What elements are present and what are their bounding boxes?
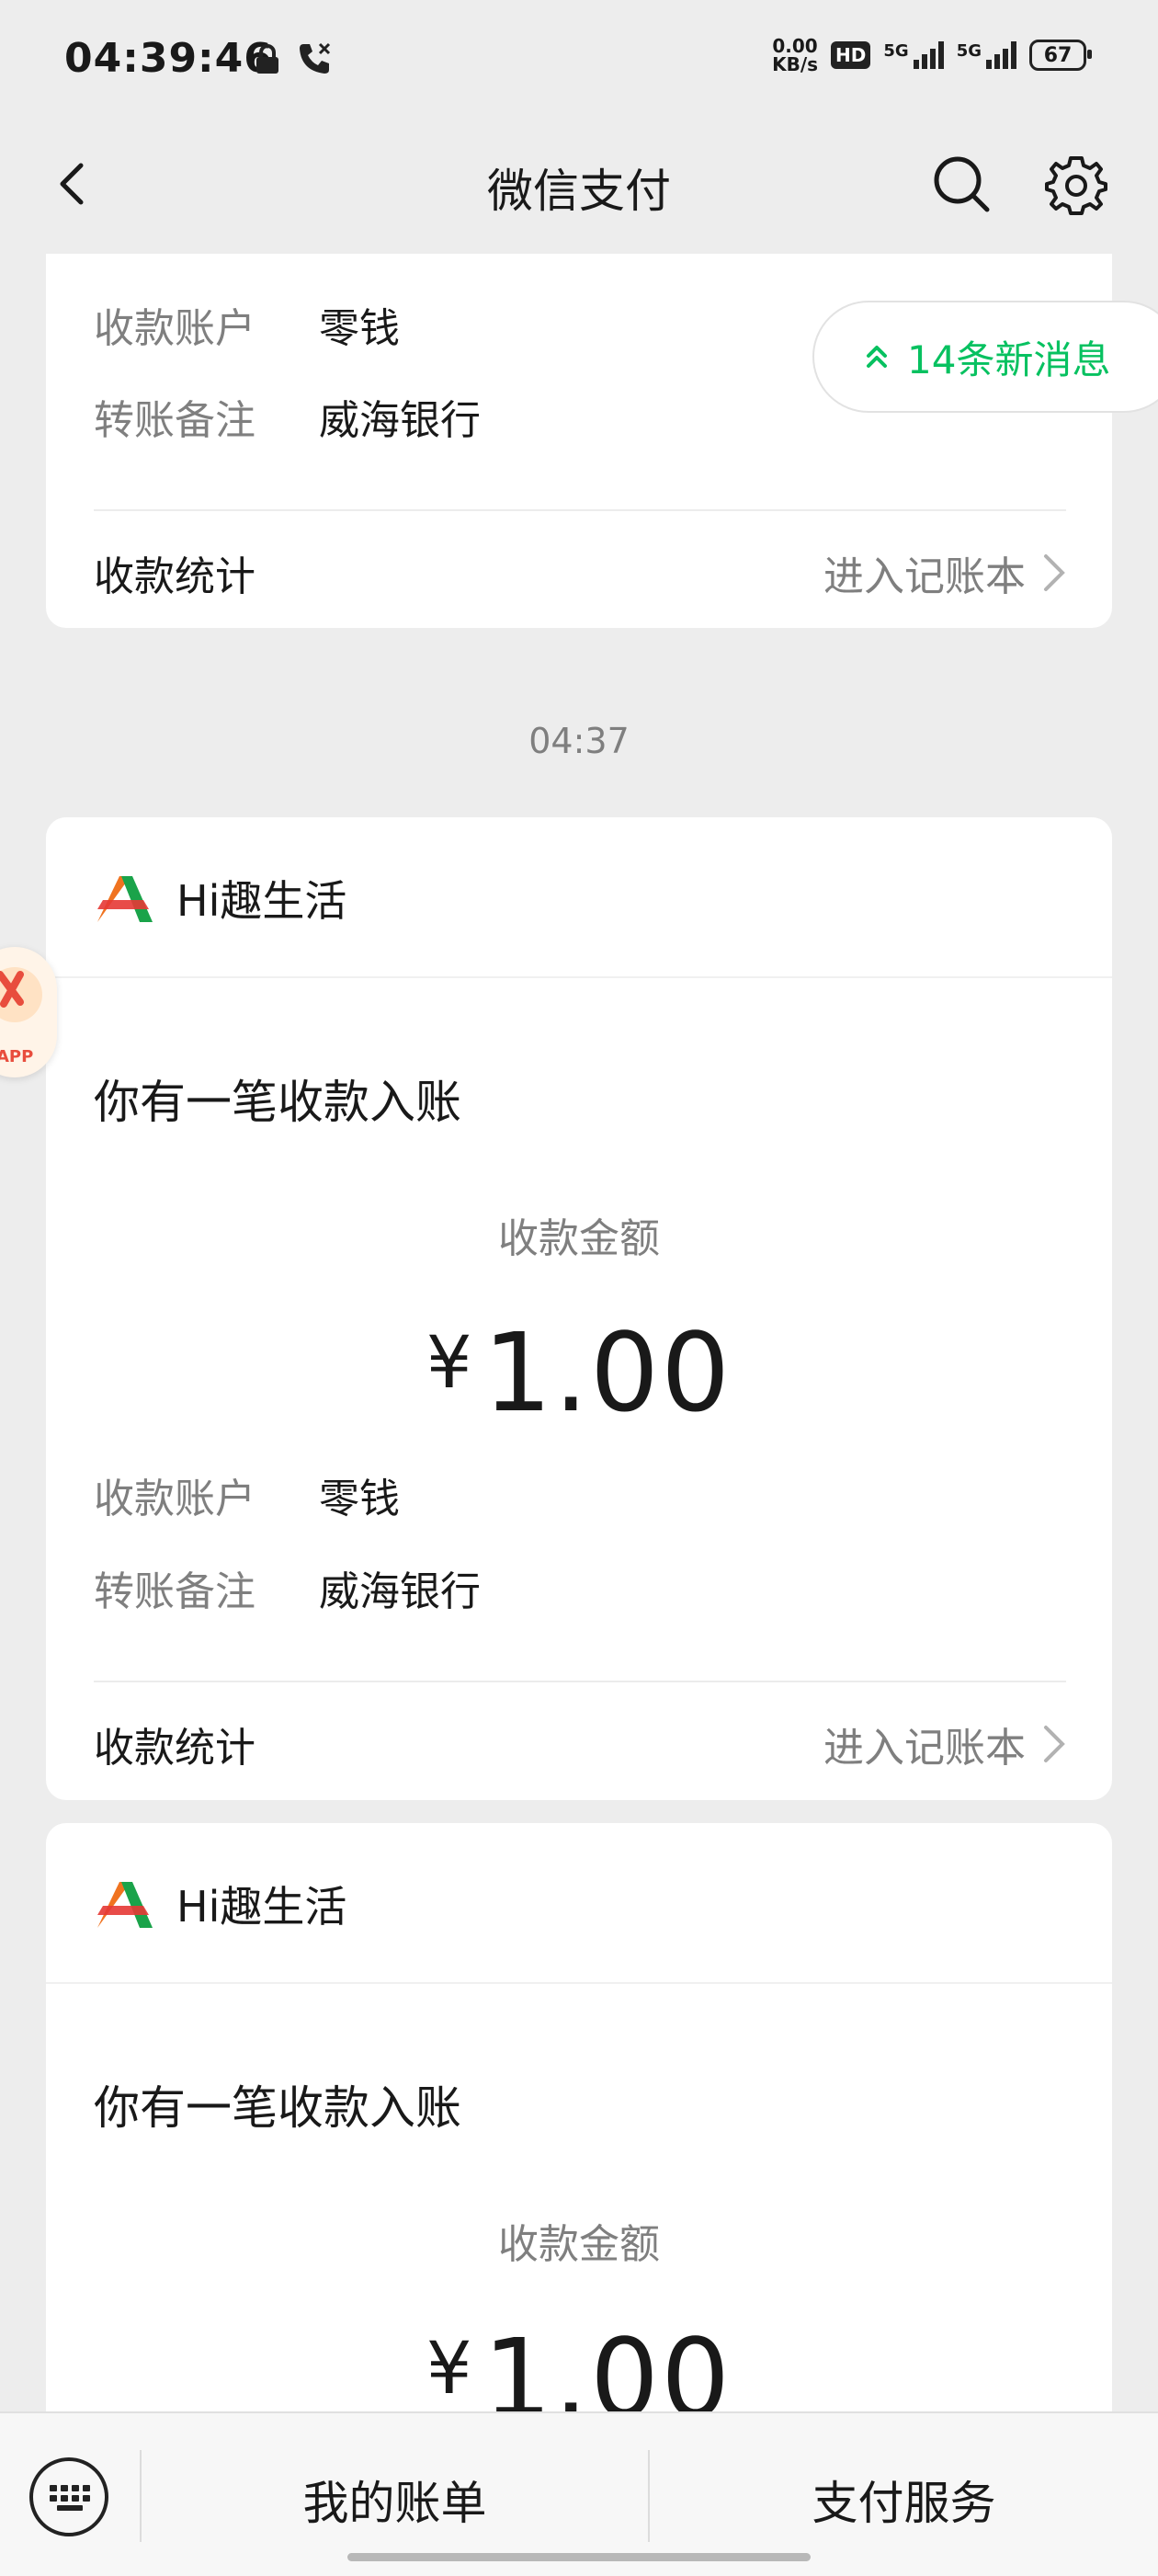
stat-label: 收款统计 xyxy=(94,1725,255,1772)
phone-call-icon xyxy=(300,42,331,74)
remark-row: 转账备注 威海银行 xyxy=(94,387,481,446)
chevron-right-icon xyxy=(1044,554,1065,591)
amount-number: 1.00 xyxy=(482,1309,732,1436)
divider xyxy=(46,976,1112,978)
ledger-link[interactable]: 进入记账本 xyxy=(823,1715,1066,1773)
ledger-link-label: 进入记账本 xyxy=(823,1725,1026,1772)
app-badge-label: APP xyxy=(0,1047,34,1066)
hd-icon: HD xyxy=(831,41,871,69)
remark-key: 转账备注 xyxy=(94,397,255,444)
message-timestamp: 04:37 xyxy=(528,721,630,761)
ledger-link-label: 进入记账本 xyxy=(823,553,1026,600)
merchant-name: Hi趣生活 xyxy=(176,1882,347,1932)
currency-symbol: ¥ xyxy=(426,1322,474,1405)
tab-my-bills[interactable]: 我的账单 xyxy=(142,2467,648,2533)
signal-icon-2: 5G xyxy=(957,41,1016,69)
merchant-name: Hi趣生活 xyxy=(176,876,347,926)
hi-life-logo-icon xyxy=(97,1882,153,1928)
amount-label: 收款金额 xyxy=(498,2221,660,2268)
remark-value: 威海银行 xyxy=(319,397,481,444)
payment-card-2[interactable]: Hi趣生活 你有一笔收款入账 收款金额 ¥1.00 收款账户 零钱 转账备注 威海银… xyxy=(46,817,1112,1800)
double-chevron-up-icon xyxy=(867,346,887,368)
remark-key: 转账备注 xyxy=(94,1568,255,1615)
account-value: 零钱 xyxy=(319,305,400,352)
chevron-right-icon xyxy=(1044,1726,1065,1762)
ledger-link[interactable]: 进入记账本 xyxy=(823,543,1066,602)
payment-notice: 你有一笔收款入账 xyxy=(94,1076,461,1129)
lock-icon xyxy=(256,44,278,74)
status-time: 04:39:46 xyxy=(64,35,273,82)
floating-app-badge[interactable]: APP xyxy=(0,947,57,1077)
battery-icon: 67 xyxy=(1029,40,1092,71)
merchant-brand: Hi趣生活 xyxy=(94,868,346,929)
account-value: 零钱 xyxy=(319,1476,400,1522)
new-messages-label: 14条新消息 xyxy=(907,336,1111,382)
account-row: 收款账户 零钱 xyxy=(94,295,400,354)
payment-notice: 你有一笔收款入账 xyxy=(94,2081,461,2135)
keyboard-icon[interactable] xyxy=(29,2457,108,2536)
divider xyxy=(94,1681,1066,1682)
bottom-bar: 我的账单 支付服务 xyxy=(0,2411,1158,2576)
search-icon[interactable] xyxy=(930,153,994,217)
account-key: 收款账户 xyxy=(94,305,255,352)
network-speed: 0.00 KB/s xyxy=(772,35,819,75)
merchant-brand: Hi趣生活 xyxy=(94,1874,346,1934)
status-bar: 04:39:46 0.00 KB/s HD 5G 5G 67 xyxy=(0,0,1158,120)
account-key: 收款账户 xyxy=(94,1476,255,1522)
payment-card-3[interactable]: Hi趣生活 你有一笔收款入账 收款金额 ¥1.00 xyxy=(46,1823,1112,2467)
remark-row: 转账备注 威海银行 xyxy=(94,1558,481,1617)
new-messages-pill[interactable]: 14条新消息 xyxy=(812,301,1158,413)
stat-label: 收款统计 xyxy=(94,553,255,600)
tab-payment-services[interactable]: 支付服务 xyxy=(650,2467,1158,2533)
divider xyxy=(46,1982,1112,1984)
currency-symbol: ¥ xyxy=(426,2328,474,2411)
amount-label: 收款金额 xyxy=(498,1215,660,1262)
home-indicator[interactable] xyxy=(347,2553,811,2561)
amount-value: ¥1.00 xyxy=(46,1309,1112,1436)
account-row: 收款账户 零钱 xyxy=(94,1465,400,1524)
hi-life-logo-icon xyxy=(97,876,153,922)
gear-icon[interactable] xyxy=(1043,153,1109,219)
app-mascot-icon xyxy=(0,967,42,1022)
signal-icon-1: 5G xyxy=(883,41,944,69)
header: 微信支付 xyxy=(0,120,1158,253)
remark-value: 威海银行 xyxy=(319,1568,481,1615)
divider xyxy=(94,509,1066,511)
